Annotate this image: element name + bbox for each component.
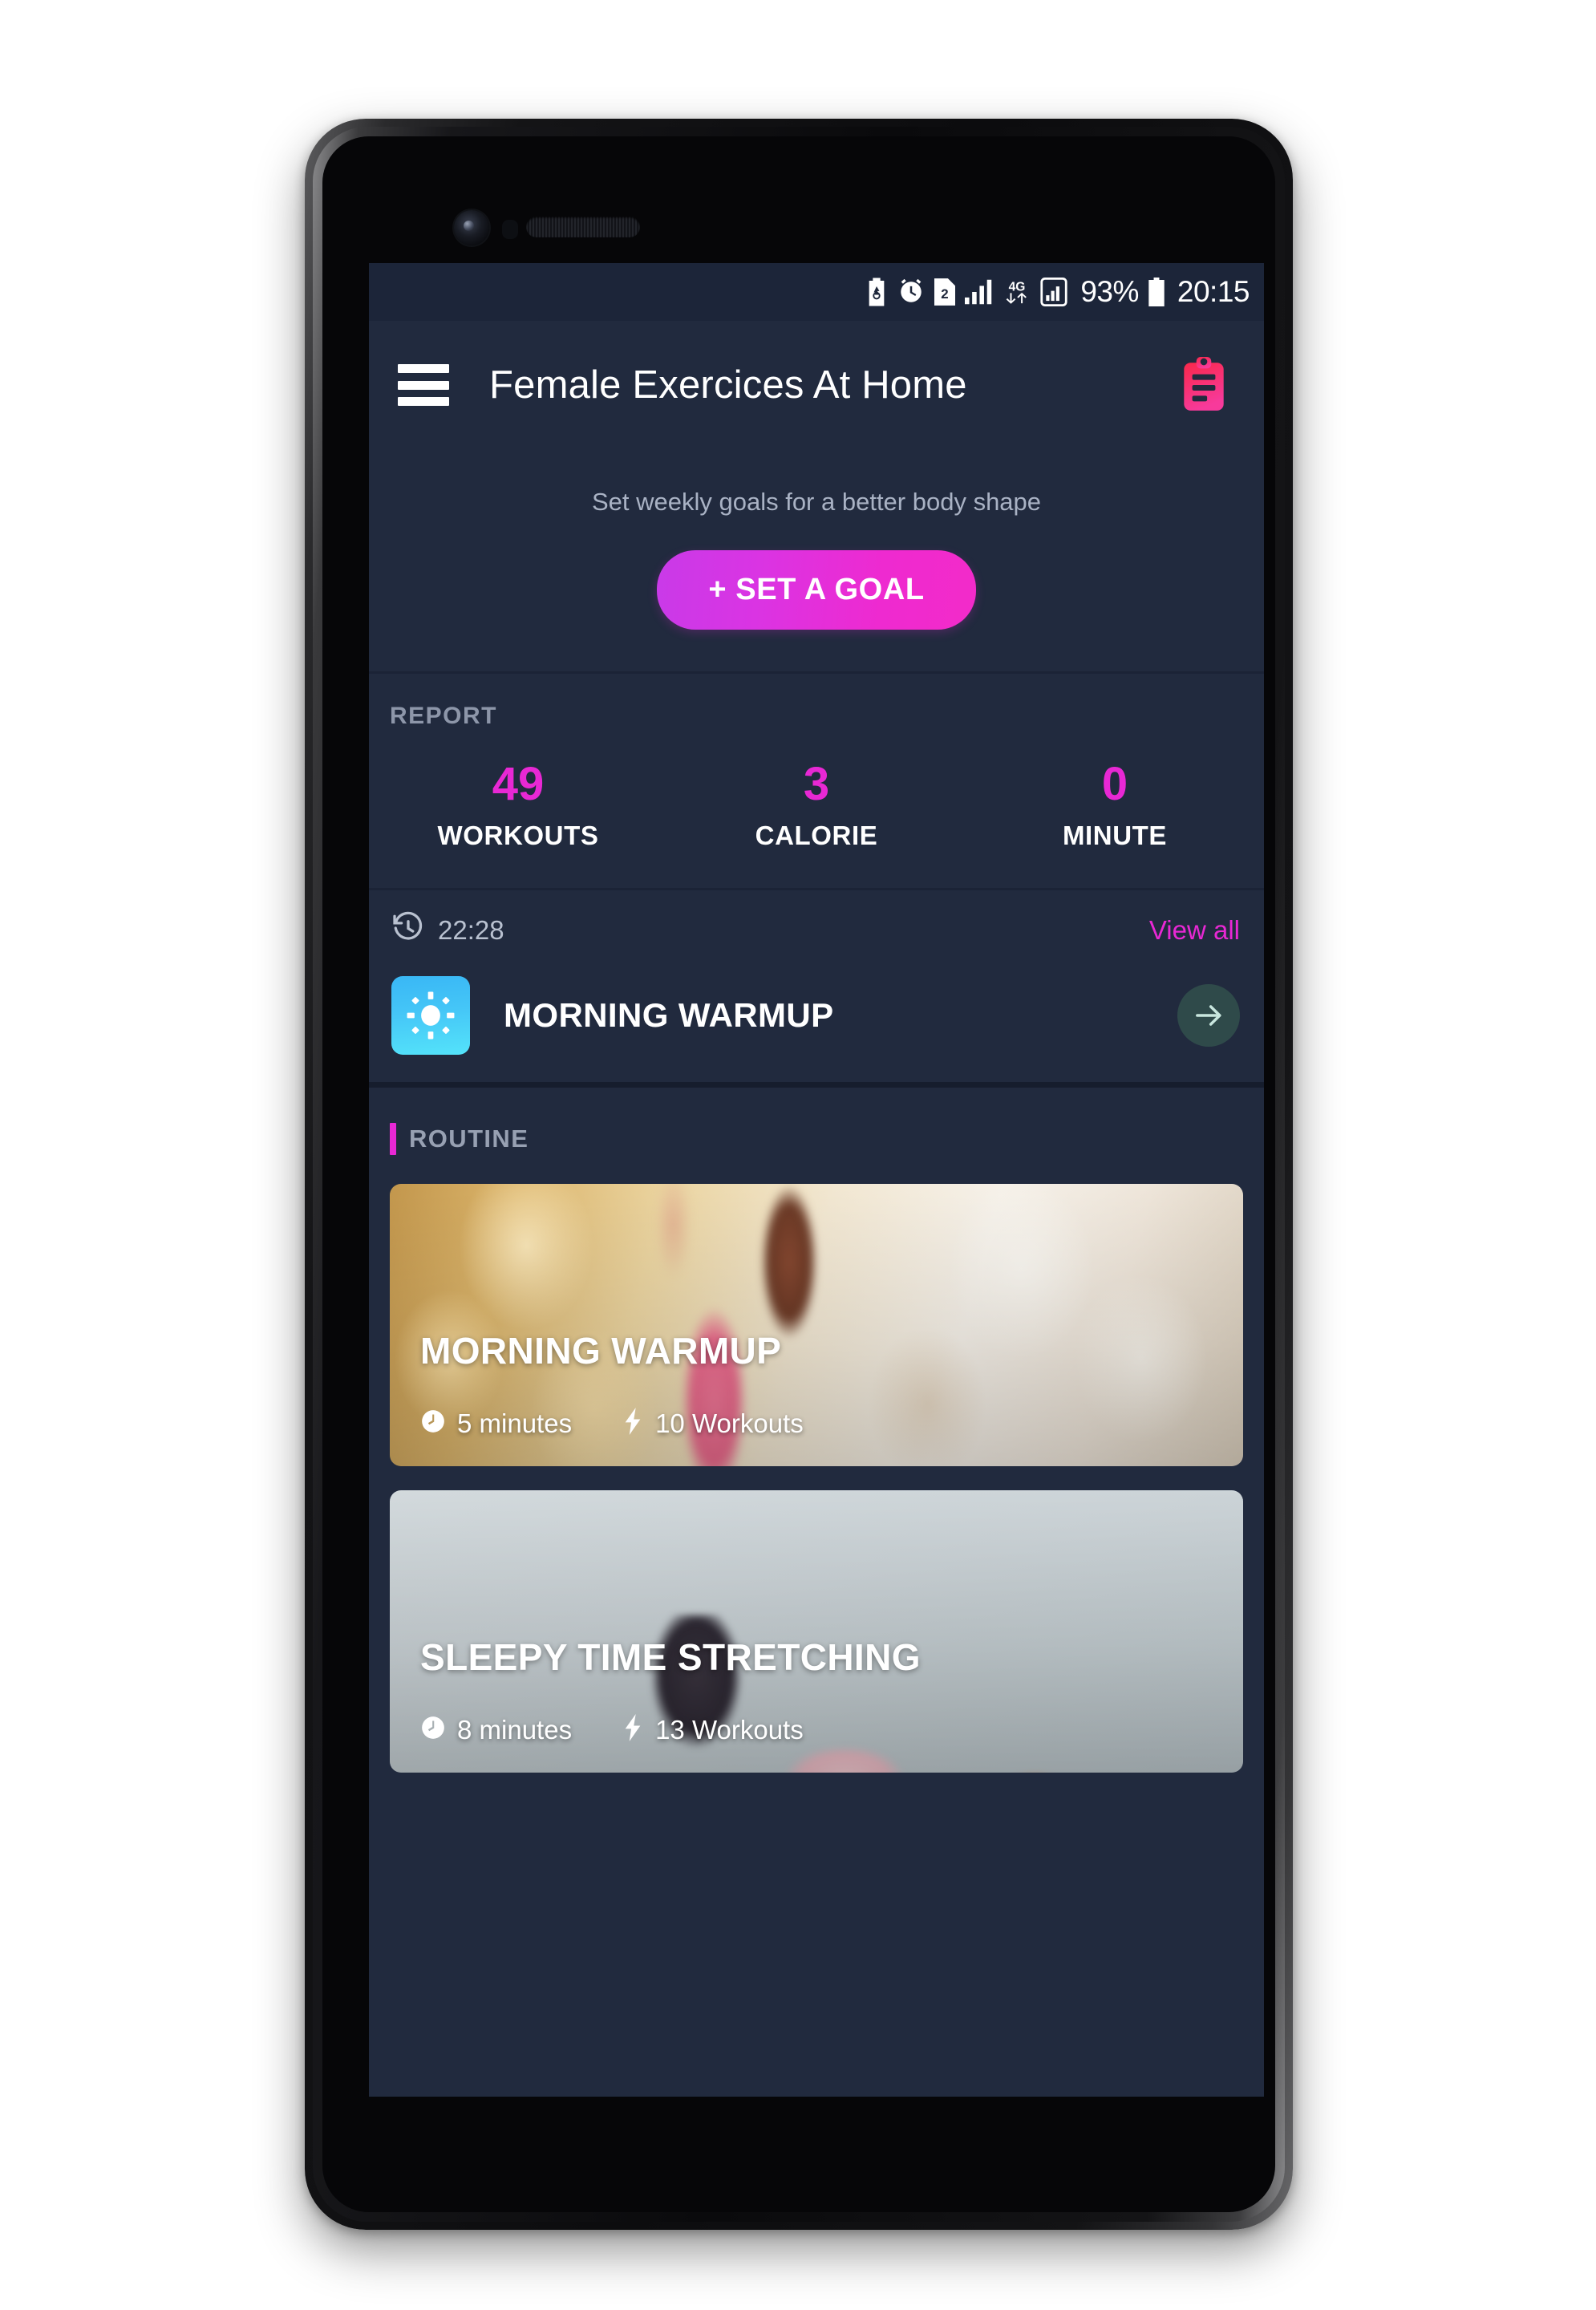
stat-calorie: 3 CALORIE xyxy=(667,760,966,851)
menu-bar-3 xyxy=(398,397,449,406)
set-a-goal-button[interactable]: + SET A GOAL xyxy=(657,550,976,630)
goal-section: Set weekly goals for a better body shape… xyxy=(369,449,1264,674)
history-item-title: MORNING WARMUP xyxy=(504,996,834,1035)
routine-section-label: ROUTINE xyxy=(409,1125,529,1153)
stat-minute-label: MINUTE xyxy=(1062,821,1168,851)
clock-icon xyxy=(420,1715,446,1745)
phone-device-frame: 2 4G 93% 20:15 Female Exercices At Home … xyxy=(305,119,1293,2230)
signal-bars-icon xyxy=(965,279,994,305)
routine-card-title: MORNING WARMUP xyxy=(420,1330,782,1372)
menu-bar-2 xyxy=(398,380,449,390)
hamburger-menu-icon[interactable] xyxy=(398,364,449,406)
routine-card-meta: 8 minutes 13 Workouts xyxy=(420,1714,1224,1745)
routine-workouts-label: 10 Workouts xyxy=(655,1408,804,1438)
report-stats-row: 49 WORKOUTS 3 CALORIE 0 MINUTE xyxy=(369,760,1264,851)
page-title: Female Exercices At Home xyxy=(489,363,967,407)
stat-calorie-label: CALORIE xyxy=(755,821,878,851)
signal-secondary-icon xyxy=(1040,278,1067,306)
sun-icon xyxy=(391,976,470,1056)
routine-section: ROUTINE MORNING WARMUP 5 minutes 10 Work… xyxy=(369,1088,1264,1773)
history-clock-icon xyxy=(391,911,425,949)
routine-card-title: SLEEPY TIME STRETCHING xyxy=(420,1636,921,1679)
menu-bar-1 xyxy=(398,364,449,373)
battery-saver-icon xyxy=(865,278,888,306)
history-time-label: 22:28 xyxy=(438,914,504,945)
routine-workouts-label: 13 Workouts xyxy=(655,1714,804,1745)
proximity-sensor-icon xyxy=(502,220,518,239)
svg-text:4G: 4G xyxy=(1009,281,1026,294)
routine-card-morning-warmup[interactable]: MORNING WARMUP 5 minutes 10 Workouts xyxy=(390,1184,1243,1467)
routine-workouts: 10 Workouts xyxy=(622,1408,804,1439)
goal-subtitle: Set weekly goals for a better body shape xyxy=(591,488,1042,516)
bolt-icon xyxy=(622,1714,644,1745)
battery-percent-label: 93% xyxy=(1080,275,1139,308)
bolt-icon xyxy=(622,1408,644,1439)
clipboard-icon[interactable] xyxy=(1179,355,1229,415)
status-bar: 2 4G 93% 20:15 xyxy=(369,263,1264,321)
routine-workouts: 13 Workouts xyxy=(622,1714,804,1745)
stat-workouts: 49 WORKOUTS xyxy=(369,760,667,851)
report-section: REPORT 49 WORKOUTS 3 CALORIE 0 MINUTE xyxy=(369,674,1264,891)
battery-icon xyxy=(1148,278,1165,306)
phone-screen-area: 2 4G 93% 20:15 Female Exercices At Home … xyxy=(322,136,1275,2212)
routine-card-meta: 5 minutes 10 Workouts xyxy=(420,1408,1224,1439)
routine-accent-bar xyxy=(390,1123,396,1156)
earpiece-speaker xyxy=(526,217,640,237)
stat-workouts-value: 49 xyxy=(492,758,545,810)
routine-card-text: SLEEPY TIME STRETCHING 8 minutes 13 Work… xyxy=(420,1635,1224,1745)
stat-minute: 0 MINUTE xyxy=(966,760,1264,851)
view-all-link[interactable]: View all xyxy=(1149,915,1240,946)
routine-card-text: MORNING WARMUP 5 minutes 10 Workouts xyxy=(420,1329,1224,1439)
status-clock: 20:15 xyxy=(1177,275,1250,308)
clock-icon xyxy=(420,1408,446,1438)
history-list-item[interactable]: MORNING WARMUP xyxy=(369,976,1264,1056)
history-section: 22:28 View all MORNING WARMUP xyxy=(369,890,1264,1088)
routine-card-sleepy-time-stretching[interactable]: SLEEPY TIME STRETCHING 8 minutes 13 Work… xyxy=(390,1490,1243,1773)
stat-minute-value: 0 xyxy=(1101,758,1128,810)
front-camera-icon xyxy=(454,210,489,245)
app-bar: Female Exercices At Home xyxy=(369,321,1264,449)
svg-text:2: 2 xyxy=(942,286,949,302)
routine-duration: 8 minutes xyxy=(420,1715,572,1745)
stat-calorie-value: 3 xyxy=(803,758,830,810)
report-section-label: REPORT xyxy=(390,703,498,729)
history-header: 22:28 View all xyxy=(369,911,1264,949)
routine-duration: 5 minutes xyxy=(420,1408,572,1439)
alarm-icon xyxy=(897,278,925,306)
stat-workouts-label: WORKOUTS xyxy=(437,821,599,851)
routine-header: ROUTINE xyxy=(369,1123,1264,1156)
arrow-right-icon[interactable] xyxy=(1177,984,1240,1048)
sim2-icon: 2 xyxy=(934,278,956,306)
routine-duration-label: 8 minutes xyxy=(457,1714,573,1745)
4g-data-icon: 4G xyxy=(1003,278,1031,306)
app-screen: 2 4G 93% 20:15 Female Exercices At Home … xyxy=(369,263,1264,2097)
routine-duration-label: 5 minutes xyxy=(457,1408,573,1438)
